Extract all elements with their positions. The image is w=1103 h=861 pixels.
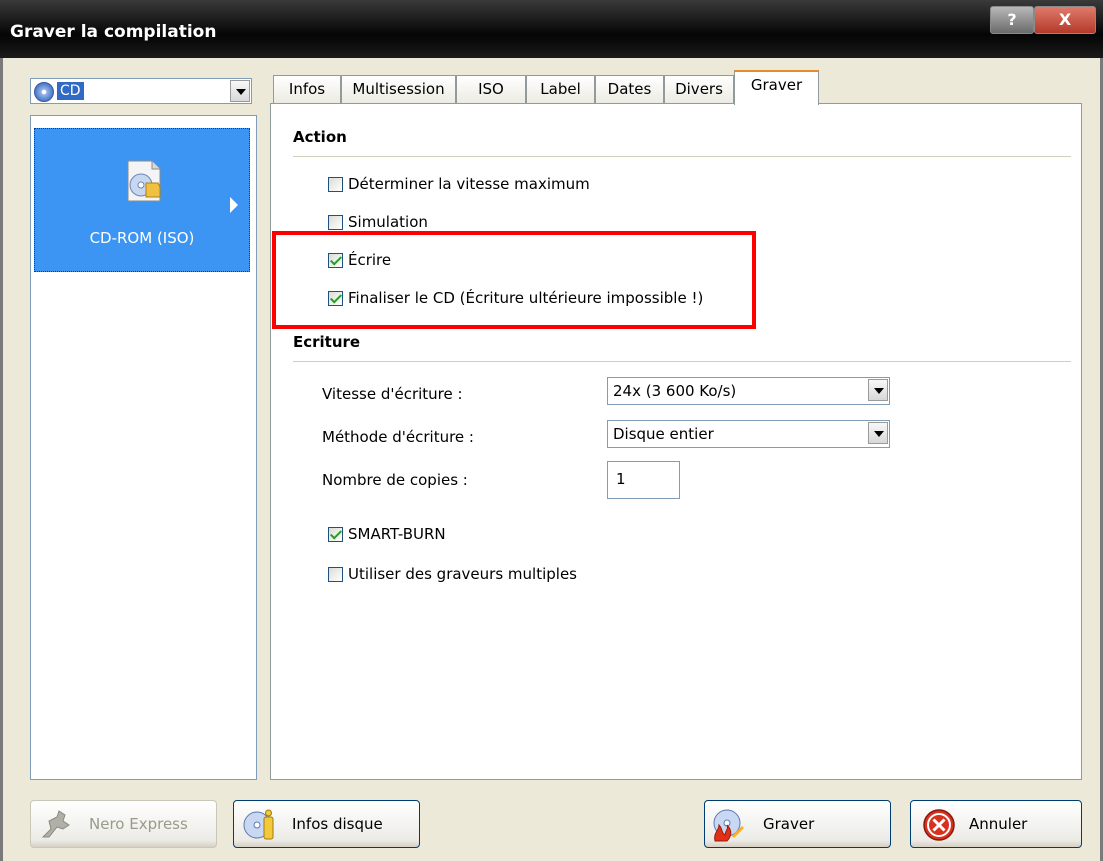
simulation-label: Simulation [348, 213, 428, 231]
title-bar: Graver la compilation ? X [0, 0, 1103, 58]
tab-multisession[interactable]: Multisession [341, 75, 456, 103]
graver-button[interactable]: Graver [704, 800, 891, 848]
copies-label: Nombre de copies : [322, 471, 468, 489]
burn-icon [713, 809, 745, 842]
help-button[interactable]: ? [990, 6, 1034, 34]
write-speed-value: 24x (3 600 Ko/s) [613, 382, 737, 400]
write-speed-select[interactable]: 24x (3 600 Ko/s) [607, 377, 890, 405]
list-item-cd-rom-iso[interactable]: CD-ROM (ISO) [34, 128, 250, 272]
tab-iso[interactable]: ISO [456, 75, 526, 103]
copies-value: 1 [616, 470, 626, 488]
compilation-list: CD-ROM (ISO) [30, 115, 257, 780]
speed-label: Vitesse d'écriture : [322, 385, 463, 403]
option-smart-burn[interactable]: SMART-BURN [328, 525, 446, 543]
chevron-down-icon[interactable] [868, 379, 888, 401]
annuler-button[interactable]: Annuler [910, 800, 1082, 848]
infos-disque-button[interactable]: Infos disque [233, 800, 420, 848]
list-item-label: CD-ROM (ISO) [89, 229, 195, 247]
media-type-value: CD [57, 82, 84, 100]
multiple-burners-label: Utiliser des graveurs multiples [348, 565, 577, 583]
write-method-value: Disque entier [613, 425, 714, 443]
simulation-checkbox[interactable] [328, 214, 343, 230]
action-section-title: Action [293, 128, 347, 146]
infos-disque-label: Infos disque [292, 815, 383, 833]
max-speed-label: Déterminer la vitesse maximum [348, 175, 590, 193]
ecriture-section-title: Ecriture [293, 333, 361, 351]
tab-label[interactable]: Label [526, 75, 595, 103]
smart-burn-checkbox[interactable] [328, 526, 343, 542]
option-max-speed[interactable]: Déterminer la vitesse maximum [328, 175, 590, 193]
smart-burn-label: SMART-BURN [348, 525, 446, 543]
graver-label: Graver [763, 815, 815, 833]
iso-disc-icon [127, 160, 161, 202]
multiple-burners-checkbox[interactable] [328, 566, 343, 582]
chevron-down-icon[interactable] [868, 422, 888, 444]
cd-icon [34, 82, 54, 102]
divider [293, 361, 1071, 362]
close-button[interactable]: X [1034, 6, 1096, 34]
expand-arrow-icon [230, 197, 238, 213]
window-title: Graver la compilation [10, 22, 217, 42]
tab-graver[interactable]: Graver [734, 70, 819, 105]
disc-info-icon [243, 809, 274, 840]
highlight-frame [272, 231, 756, 329]
option-multiple-burners[interactable]: Utiliser des graveurs multiples [328, 565, 577, 583]
nero-express-button[interactable]: Nero Express [30, 800, 217, 848]
copies-input[interactable]: 1 [607, 461, 680, 499]
chevron-down-icon[interactable] [230, 80, 250, 102]
write-method-select[interactable]: Disque entier [607, 420, 890, 448]
tab-dates[interactable]: Dates [595, 75, 664, 103]
burn-dialog: Graver la compilation ? X CD CD-ROM (ISO… [0, 0, 1103, 861]
tab-divers[interactable]: Divers [664, 75, 734, 103]
divider [293, 156, 1071, 157]
nero-express-icon [41, 810, 70, 838]
nero-express-label: Nero Express [89, 815, 188, 833]
annuler-label: Annuler [969, 815, 1028, 833]
media-type-select[interactable]: CD [30, 78, 252, 104]
cancel-icon [923, 809, 955, 841]
option-simulation[interactable]: Simulation [328, 213, 428, 231]
tab-infos[interactable]: Infos [273, 75, 341, 103]
max-speed-checkbox[interactable] [328, 176, 343, 192]
method-label: Méthode d'écriture : [322, 428, 474, 446]
